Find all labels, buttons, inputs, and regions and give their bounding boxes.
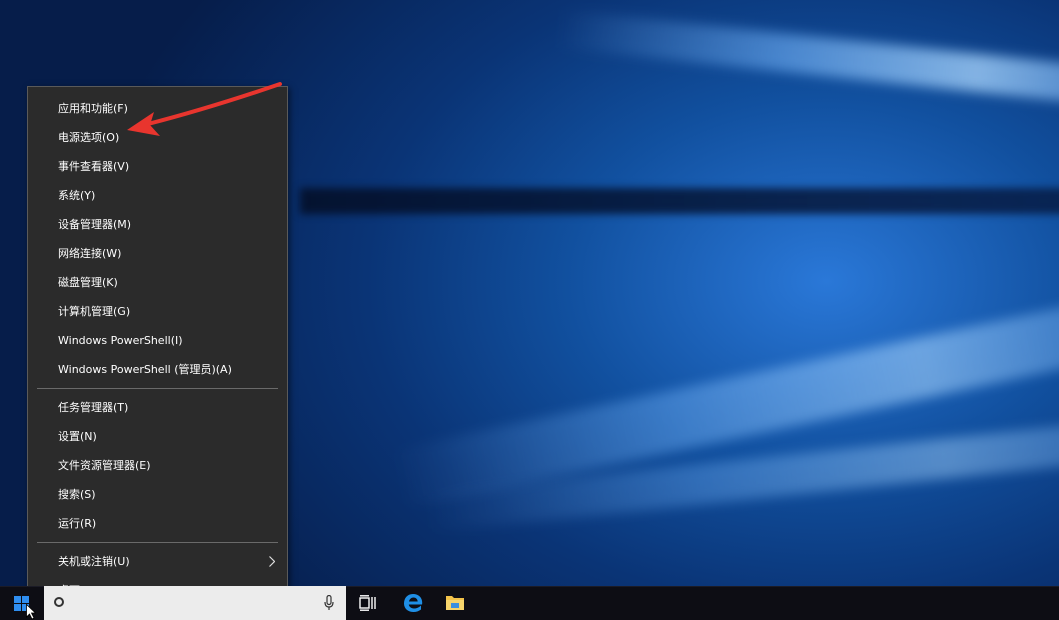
chevron-right-icon — [267, 547, 277, 576]
file-explorer-icon — [446, 596, 464, 610]
menu-item-settings[interactable]: 设置(N) — [28, 422, 287, 451]
menu-item-system[interactable]: 系统(Y) — [28, 181, 287, 210]
file-explorer-taskbar-button[interactable] — [438, 586, 472, 620]
start-button[interactable] — [0, 586, 44, 620]
menu-item-apps-features[interactable]: 应用和功能(F) — [28, 94, 287, 123]
menu-item-disk-management[interactable]: 磁盘管理(K) — [28, 268, 287, 297]
menu-item-search[interactable]: 搜索(S) — [28, 480, 287, 509]
dark-beam — [300, 188, 1059, 214]
light-beam — [558, 10, 1059, 107]
menu-item-powershell[interactable]: Windows PowerShell(I) — [28, 326, 287, 355]
microphone-icon[interactable] — [324, 595, 334, 611]
menu-item-powershell-admin[interactable]: Windows PowerShell (管理员)(A) — [28, 355, 287, 384]
task-view-button[interactable] — [350, 586, 384, 620]
mouse-cursor-icon — [26, 604, 36, 620]
menu-item-task-manager[interactable]: 任务管理器(T) — [28, 393, 287, 422]
menu-item-shutdown-signout[interactable]: 关机或注销(U) — [28, 547, 287, 576]
menu-separator — [37, 388, 278, 389]
menu-item-power-options[interactable]: 电源选项(O) — [28, 123, 287, 152]
search-icon — [54, 597, 64, 607]
menu-item-run[interactable]: 运行(R) — [28, 509, 287, 538]
start-context-menu: 应用和功能(F) 电源选项(O) 事件查看器(V) 系统(Y) 设备管理器(M)… — [27, 86, 288, 610]
edge-taskbar-button[interactable] — [396, 586, 430, 620]
menu-item-device-manager[interactable]: 设备管理器(M) — [28, 210, 287, 239]
menu-item-file-explorer[interactable]: 文件资源管理器(E) — [28, 451, 287, 480]
menu-item-event-viewer[interactable]: 事件查看器(V) — [28, 152, 287, 181]
taskbar — [0, 586, 1059, 620]
menu-item-network-connections[interactable]: 网络连接(W) — [28, 239, 287, 268]
taskbar-search-box[interactable] — [44, 586, 346, 620]
menu-separator — [37, 542, 278, 543]
task-view-icon — [359, 595, 376, 611]
menu-item-computer-management[interactable]: 计算机管理(G) — [28, 297, 287, 326]
menu-item-label: 关机或注销(U) — [58, 555, 130, 568]
edge-icon — [404, 594, 423, 612]
